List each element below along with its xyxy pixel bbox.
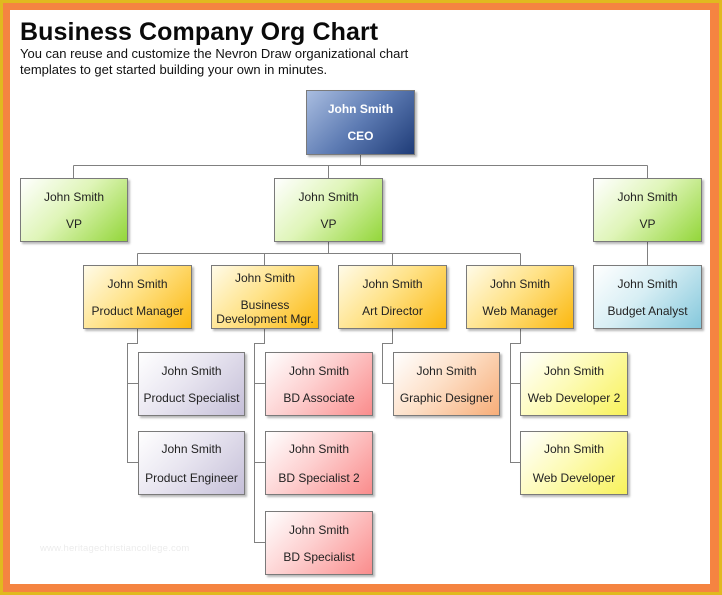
- node-name: John Smith: [43, 189, 105, 204]
- node-art-director[interactable]: John Smith Art Director: [338, 265, 447, 329]
- node-web-developer[interactable]: John Smith Web Developer: [520, 431, 628, 495]
- node-title: Business Development Mgr.: [216, 298, 314, 326]
- node-name: John Smith: [288, 441, 350, 456]
- node-title: Web Developer 2: [527, 390, 621, 405]
- node-title: Web Manager: [482, 303, 558, 318]
- connector-vp-managers: [137, 242, 521, 265]
- node-title: VP: [320, 216, 337, 231]
- node-budget-analyst[interactable]: John Smith Budget Analyst: [593, 265, 702, 329]
- node-bd-associate[interactable]: John Smith BD Associate: [265, 352, 373, 416]
- node-name: John Smith: [107, 276, 168, 291]
- node-product-manager[interactable]: John Smith Product Manager: [83, 265, 192, 329]
- node-name: John Smith: [543, 441, 605, 456]
- node-name: John Smith: [362, 276, 423, 291]
- connector-ceo-vps: [73, 155, 648, 178]
- node-vp-left[interactable]: John Smith VP: [20, 178, 128, 242]
- node-title: BD Specialist 2: [278, 470, 360, 485]
- node-ceo[interactable]: John Smith CEO: [306, 90, 415, 155]
- node-title: Product Engineer: [145, 470, 238, 485]
- node-name: John Smith: [288, 522, 350, 537]
- node-title: Graphic Designer: [399, 390, 494, 405]
- node-title: Web Developer: [532, 470, 616, 485]
- connector-art-team: [382, 329, 393, 384]
- node-web-manager[interactable]: John Smith Web Manager: [466, 265, 574, 329]
- node-vp-right[interactable]: John Smith VP: [593, 178, 702, 242]
- node-product-specialist[interactable]: John Smith Product Specialist: [138, 352, 245, 416]
- node-vp-middle[interactable]: John Smith VP: [274, 178, 383, 242]
- node-name: John Smith: [489, 276, 551, 291]
- node-name: John Smith: [617, 276, 678, 291]
- node-title: VP: [639, 216, 656, 231]
- node-name: John Smith: [543, 363, 605, 378]
- node-name: John Smith: [327, 102, 394, 116]
- node-name: John Smith: [298, 189, 359, 204]
- node-title: VP: [65, 216, 82, 231]
- node-title: Product Specialist: [143, 390, 240, 405]
- connector-product-team: [127, 329, 138, 463]
- node-title: Budget Analyst: [607, 303, 688, 318]
- connector-web-team: [510, 329, 521, 463]
- node-name: John Smith: [161, 363, 222, 378]
- node-graphic-designer[interactable]: John Smith Graphic Designer: [393, 352, 500, 416]
- node-title: Product Manager: [91, 303, 184, 318]
- node-name: John Smith: [161, 441, 222, 456]
- node-name: John Smith: [234, 271, 296, 285]
- node-bd-specialist-2[interactable]: John Smith BD Specialist 2: [265, 431, 373, 495]
- node-bd-specialist[interactable]: John Smith BD Specialist: [265, 511, 373, 575]
- node-title: BD Specialist: [283, 549, 355, 564]
- node-bd-manager[interactable]: John Smith Business Development Mgr.: [211, 265, 319, 329]
- node-name: John Smith: [288, 363, 350, 378]
- node-name: John Smith: [416, 363, 477, 378]
- connector-bd-team: [254, 329, 265, 543]
- node-product-engineer[interactable]: John Smith Product Engineer: [138, 431, 245, 495]
- node-title: BD Associate: [283, 390, 355, 405]
- node-web-developer-2[interactable]: John Smith Web Developer 2: [520, 352, 628, 416]
- node-name: John Smith: [617, 189, 678, 204]
- node-title: Art Director: [362, 303, 423, 318]
- node-title: CEO: [347, 129, 374, 143]
